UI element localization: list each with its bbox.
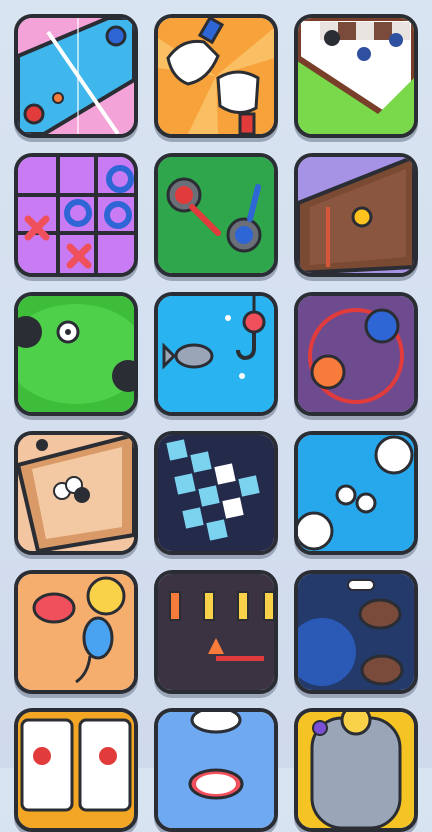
chess-icon xyxy=(298,18,414,134)
sword-fight-icon xyxy=(158,157,274,273)
snowball-icon xyxy=(298,435,414,551)
air-hockey-icon xyxy=(298,157,414,273)
tile-carrom[interactable] xyxy=(14,431,138,555)
tile-sword-fight[interactable] xyxy=(154,153,278,277)
ping-pong-icon xyxy=(18,18,134,134)
rock-paper-scissors-icon xyxy=(158,18,274,134)
tile-memory-cards[interactable] xyxy=(154,431,278,555)
torch-wave-icon xyxy=(158,574,274,690)
tile-snowball[interactable] xyxy=(294,431,418,555)
pinball-icon xyxy=(298,712,414,828)
tile-slot-machine[interactable] xyxy=(14,708,138,832)
tile-tennis[interactable] xyxy=(154,708,278,832)
carrom-icon xyxy=(18,435,134,551)
tennis-icon xyxy=(158,712,274,828)
tile-torch-wave[interactable] xyxy=(154,570,278,694)
tile-air-hockey[interactable] xyxy=(294,153,418,277)
game-grid xyxy=(0,0,432,832)
fishing-icon xyxy=(158,296,274,412)
mouse-cheese-icon xyxy=(18,574,134,690)
tile-pinball[interactable] xyxy=(294,708,418,832)
tic-tac-toe-icon xyxy=(18,157,134,273)
memory-cards-icon xyxy=(158,435,274,551)
slot-machine-icon xyxy=(18,712,134,828)
tile-ping-pong[interactable] xyxy=(14,14,138,138)
sumo-icon xyxy=(298,296,414,412)
tile-dog-bone[interactable] xyxy=(294,570,418,694)
soccer-icon xyxy=(18,296,134,412)
tile-tic-tac-toe[interactable] xyxy=(14,153,138,277)
tile-rock-paper-scissors[interactable] xyxy=(154,14,278,138)
tile-fishing[interactable] xyxy=(154,292,278,416)
tile-mouse-cheese[interactable] xyxy=(14,570,138,694)
dog-bone-icon xyxy=(298,574,414,690)
tile-chess[interactable] xyxy=(294,14,418,138)
tile-sumo[interactable] xyxy=(294,292,418,416)
tile-soccer[interactable] xyxy=(14,292,138,416)
